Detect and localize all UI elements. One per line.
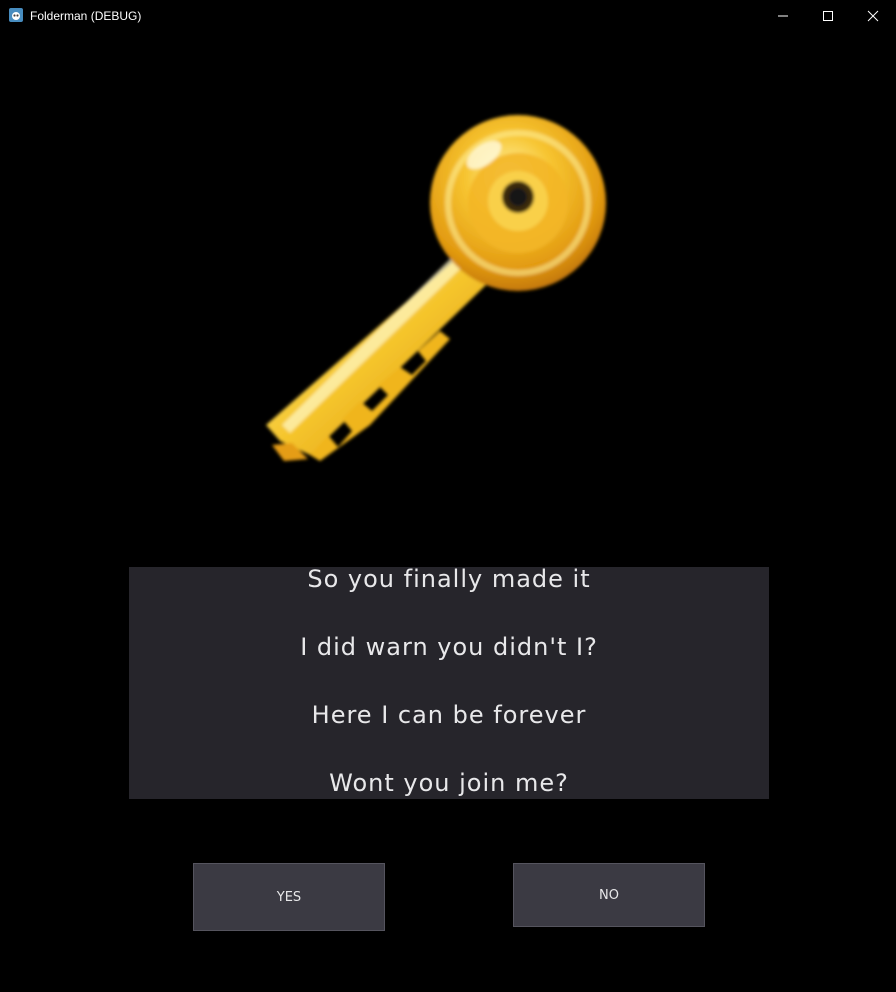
dialog-line: Wont you join me? xyxy=(329,769,569,797)
window-title: Folderman (DEBUG) xyxy=(30,9,142,23)
maximize-button[interactable] xyxy=(805,0,851,31)
dialog-line: I did warn you didn't I? xyxy=(300,633,598,661)
close-icon xyxy=(867,10,879,21)
close-button[interactable] xyxy=(850,0,896,31)
dialog-line: Here I can be forever xyxy=(311,701,587,729)
minimize-icon xyxy=(778,15,788,16)
golden-key-image xyxy=(250,105,620,475)
app-icon xyxy=(9,8,23,22)
dialog-line: So you finally made it xyxy=(307,567,591,593)
minimize-button[interactable] xyxy=(760,0,806,31)
key-icon xyxy=(266,115,606,461)
dialog-box: So you finally made it I did warn you di… xyxy=(129,567,769,799)
maximize-icon xyxy=(823,10,833,21)
title-bar[interactable]: Folderman (DEBUG) xyxy=(0,0,896,31)
yes-button[interactable]: YES xyxy=(193,863,385,931)
game-window: Folderman (DEBUG) So you finally made it… xyxy=(0,0,896,992)
no-button[interactable]: NO xyxy=(513,863,705,927)
